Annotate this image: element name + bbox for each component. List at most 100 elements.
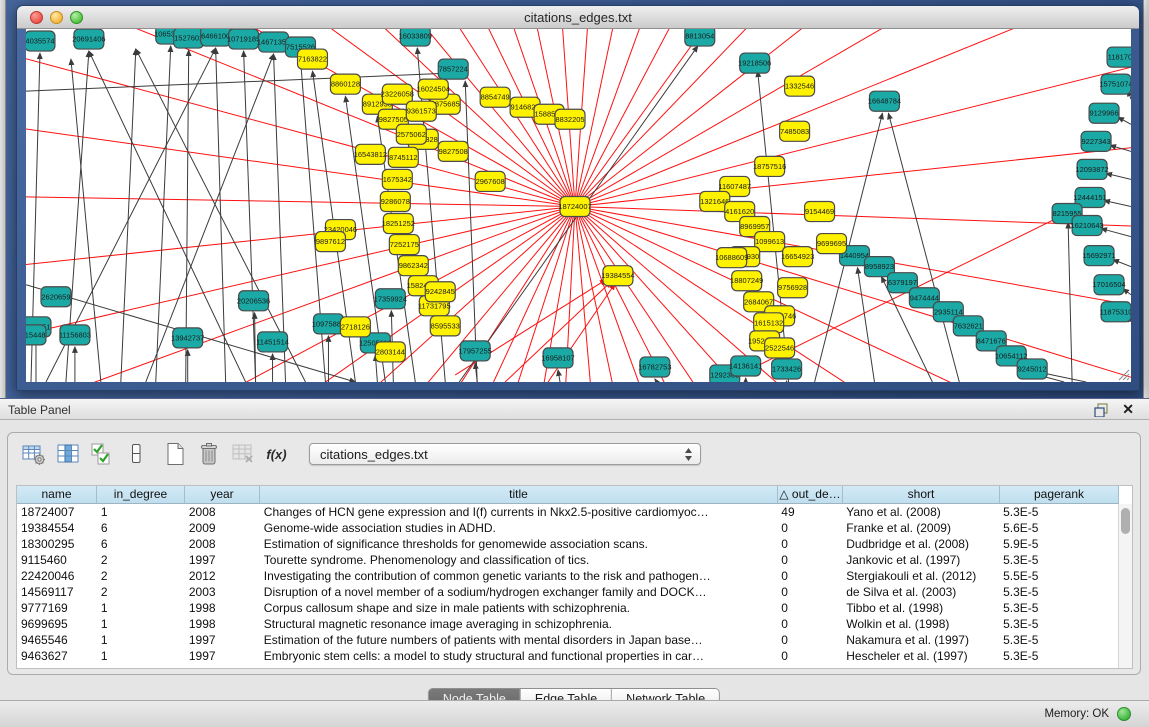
graph-node[interactable]: 17016504 bbox=[1092, 275, 1125, 295]
column-header-name[interactable]: name bbox=[17, 486, 97, 503]
column-header-pagerank[interactable]: pagerank bbox=[1000, 486, 1119, 503]
column-header-title[interactable]: title bbox=[260, 486, 778, 503]
graph-node[interactable]: 11451514 bbox=[256, 332, 289, 352]
table-row[interactable]: 969969511998Structural magnetic resonanc… bbox=[17, 616, 1118, 632]
graph-hub-node[interactable]: 18724007 bbox=[558, 196, 591, 216]
select-rows-button[interactable] bbox=[88, 441, 115, 468]
graph-node[interactable]: 14136141 bbox=[729, 356, 762, 376]
select-columns-button[interactable] bbox=[54, 441, 81, 468]
graph-node[interactable]: 2803144 bbox=[375, 342, 405, 362]
graph-node[interactable]: 16033809 bbox=[399, 29, 432, 46]
delete-table-button-disabled[interactable] bbox=[229, 441, 256, 468]
table-row[interactable]: 946362711997Embryonic stem cells: a mode… bbox=[17, 648, 1118, 664]
graph-node[interactable]: 16782753 bbox=[638, 357, 671, 377]
graph-node[interactable]: 18807249 bbox=[730, 271, 763, 291]
graph-node[interactable]: 1675342 bbox=[382, 169, 412, 189]
graph-node[interactable]: 9227343 bbox=[1081, 131, 1111, 151]
graph-node[interactable]: 15692971 bbox=[1082, 246, 1115, 266]
graph-node[interactable]: 18757516 bbox=[753, 156, 786, 176]
close-panel-icon[interactable]: ✕ bbox=[1122, 401, 1134, 418]
graph-node[interactable]: 9827508 bbox=[438, 141, 468, 161]
graph-node[interactable]: 2620659 bbox=[41, 287, 71, 307]
graph-node[interactable]: 8813054 bbox=[685, 29, 715, 46]
graph-node[interactable]: 7485083 bbox=[780, 121, 810, 141]
row-height-button[interactable] bbox=[122, 441, 149, 468]
table-row[interactable]: 911546021997Tourette syndrome. Phenomeno… bbox=[17, 552, 1118, 568]
graph-node[interactable]: 15751074 bbox=[1099, 74, 1131, 94]
graph-node[interactable]: 2967608 bbox=[475, 171, 505, 191]
graph-node[interactable]: 1181700 bbox=[1107, 47, 1131, 67]
graph-node[interactable]: 12093872 bbox=[1075, 159, 1108, 179]
graph-node[interactable]: 9245012 bbox=[1017, 359, 1047, 379]
graph-node[interactable]: 2718126 bbox=[340, 317, 370, 337]
graph-node[interactable]: 10719185 bbox=[227, 29, 260, 49]
graph-node[interactable]: 7163822 bbox=[298, 49, 328, 69]
new-table-button[interactable] bbox=[161, 441, 188, 468]
graph-node[interactable]: 2522546 bbox=[765, 338, 795, 358]
graph-node[interactable]: 4035574 bbox=[26, 31, 55, 51]
graph-node[interactable]: 16958107 bbox=[541, 348, 574, 368]
graph-node[interactable]: 20691406 bbox=[72, 29, 105, 49]
delete-rows-button[interactable] bbox=[195, 441, 222, 468]
graph-node[interactable]: 9756928 bbox=[778, 278, 808, 298]
column-header-short[interactable]: short bbox=[843, 486, 1000, 503]
graph-node[interactable]: 19384554 bbox=[601, 266, 634, 286]
network-window[interactable]: citations_edges.txt 40355742069140610653… bbox=[16, 5, 1140, 391]
graph-node[interactable]: 9862342 bbox=[398, 256, 428, 276]
graph-node[interactable]: 7857224 bbox=[438, 59, 468, 79]
graph-node[interactable]: 19218506 bbox=[738, 53, 771, 73]
graph-node[interactable]: 8854749 bbox=[480, 87, 510, 107]
graph-node[interactable]: 9897612 bbox=[315, 232, 345, 252]
graph-node[interactable]: 13942737 bbox=[171, 328, 204, 348]
graph-node[interactable]: 8832205 bbox=[555, 109, 585, 129]
graph-node[interactable]: 2575062 bbox=[396, 124, 426, 144]
graph-node[interactable]: 16654923 bbox=[781, 247, 814, 267]
graph-node[interactable]: 1332546 bbox=[785, 76, 815, 96]
table-row[interactable]: 2242004622012Investigating the contribut… bbox=[17, 568, 1118, 584]
column-header-out_de[interactable]: △ out_de… bbox=[778, 486, 843, 503]
graph-node[interactable]: 8745112 bbox=[388, 147, 418, 167]
table-row[interactable]: 1456911722003Disruption of a novel membe… bbox=[17, 584, 1118, 600]
graph-node[interactable]: 9129966 bbox=[1089, 103, 1119, 123]
resize-grip-icon[interactable] bbox=[1117, 368, 1130, 381]
network-canvas[interactable]: 4035574206914061065328715276026466100107… bbox=[26, 29, 1131, 382]
graph-node[interactable]: 16024504 bbox=[417, 79, 450, 99]
graph-node[interactable]: 16648784 bbox=[868, 91, 901, 111]
function-builder-button[interactable]: f(x) bbox=[263, 441, 290, 468]
graph-node[interactable]: 17957255 bbox=[459, 341, 492, 361]
table-row[interactable]: 1830029562008Estimation of significance … bbox=[17, 536, 1118, 552]
table-settings-button[interactable] bbox=[20, 441, 47, 468]
window-titlebar[interactable]: citations_edges.txt bbox=[17, 6, 1139, 29]
graph-node[interactable]: 18251252 bbox=[382, 214, 415, 234]
graph-node[interactable]: 8860128 bbox=[330, 74, 360, 94]
graph-node[interactable]: 11875310 bbox=[1100, 302, 1131, 322]
table-select-dropdown[interactable]: citations_edges.txt bbox=[309, 443, 701, 465]
scrollbar-thumb[interactable] bbox=[1121, 508, 1130, 534]
table-row[interactable]: 1938455462009Genome-wide association stu… bbox=[17, 520, 1118, 536]
graph-node[interactable]: 9154469 bbox=[805, 201, 835, 221]
column-header-in_degree[interactable]: in_degree bbox=[97, 486, 185, 503]
graph-node[interactable]: 9699695 bbox=[817, 234, 847, 254]
graph-node[interactable]: 9361573 bbox=[406, 101, 436, 121]
graph-node[interactable]: 1527602 bbox=[174, 29, 204, 48]
table-row[interactable]: 946554611997Estimation of the future num… bbox=[17, 632, 1118, 648]
graph-node[interactable]: 9242845 bbox=[425, 282, 455, 302]
graph-node[interactable]: 3915448 bbox=[26, 325, 46, 345]
table-row[interactable]: 1872400712008Changes of HCN gene express… bbox=[17, 504, 1118, 520]
graph-node[interactable]: 20206536 bbox=[237, 291, 270, 311]
graph-node[interactable]: 16210643 bbox=[1070, 216, 1103, 236]
float-panel-icon[interactable] bbox=[1094, 403, 1109, 417]
graph-node[interactable]: 8595533 bbox=[430, 316, 460, 336]
table-row[interactable]: 977716911998Corpus callosum shape and si… bbox=[17, 600, 1118, 616]
table-vertical-scrollbar[interactable] bbox=[1118, 504, 1132, 668]
graph-node[interactable]: 1733426 bbox=[772, 359, 802, 379]
graph-node[interactable]: 1615132 bbox=[754, 313, 784, 333]
graph-node[interactable]: 7252175 bbox=[389, 235, 419, 255]
memory-status-indicator[interactable] bbox=[1117, 707, 1131, 721]
column-header-year[interactable]: year bbox=[185, 486, 260, 503]
graph-node[interactable]: 10688609 bbox=[715, 248, 748, 268]
graph-node[interactable]: 17359924 bbox=[374, 289, 407, 309]
graph-node[interactable]: 16543812 bbox=[354, 144, 387, 164]
graph-node[interactable]: 9286078 bbox=[380, 191, 410, 211]
graph-node[interactable]: 11156803 bbox=[59, 325, 91, 345]
